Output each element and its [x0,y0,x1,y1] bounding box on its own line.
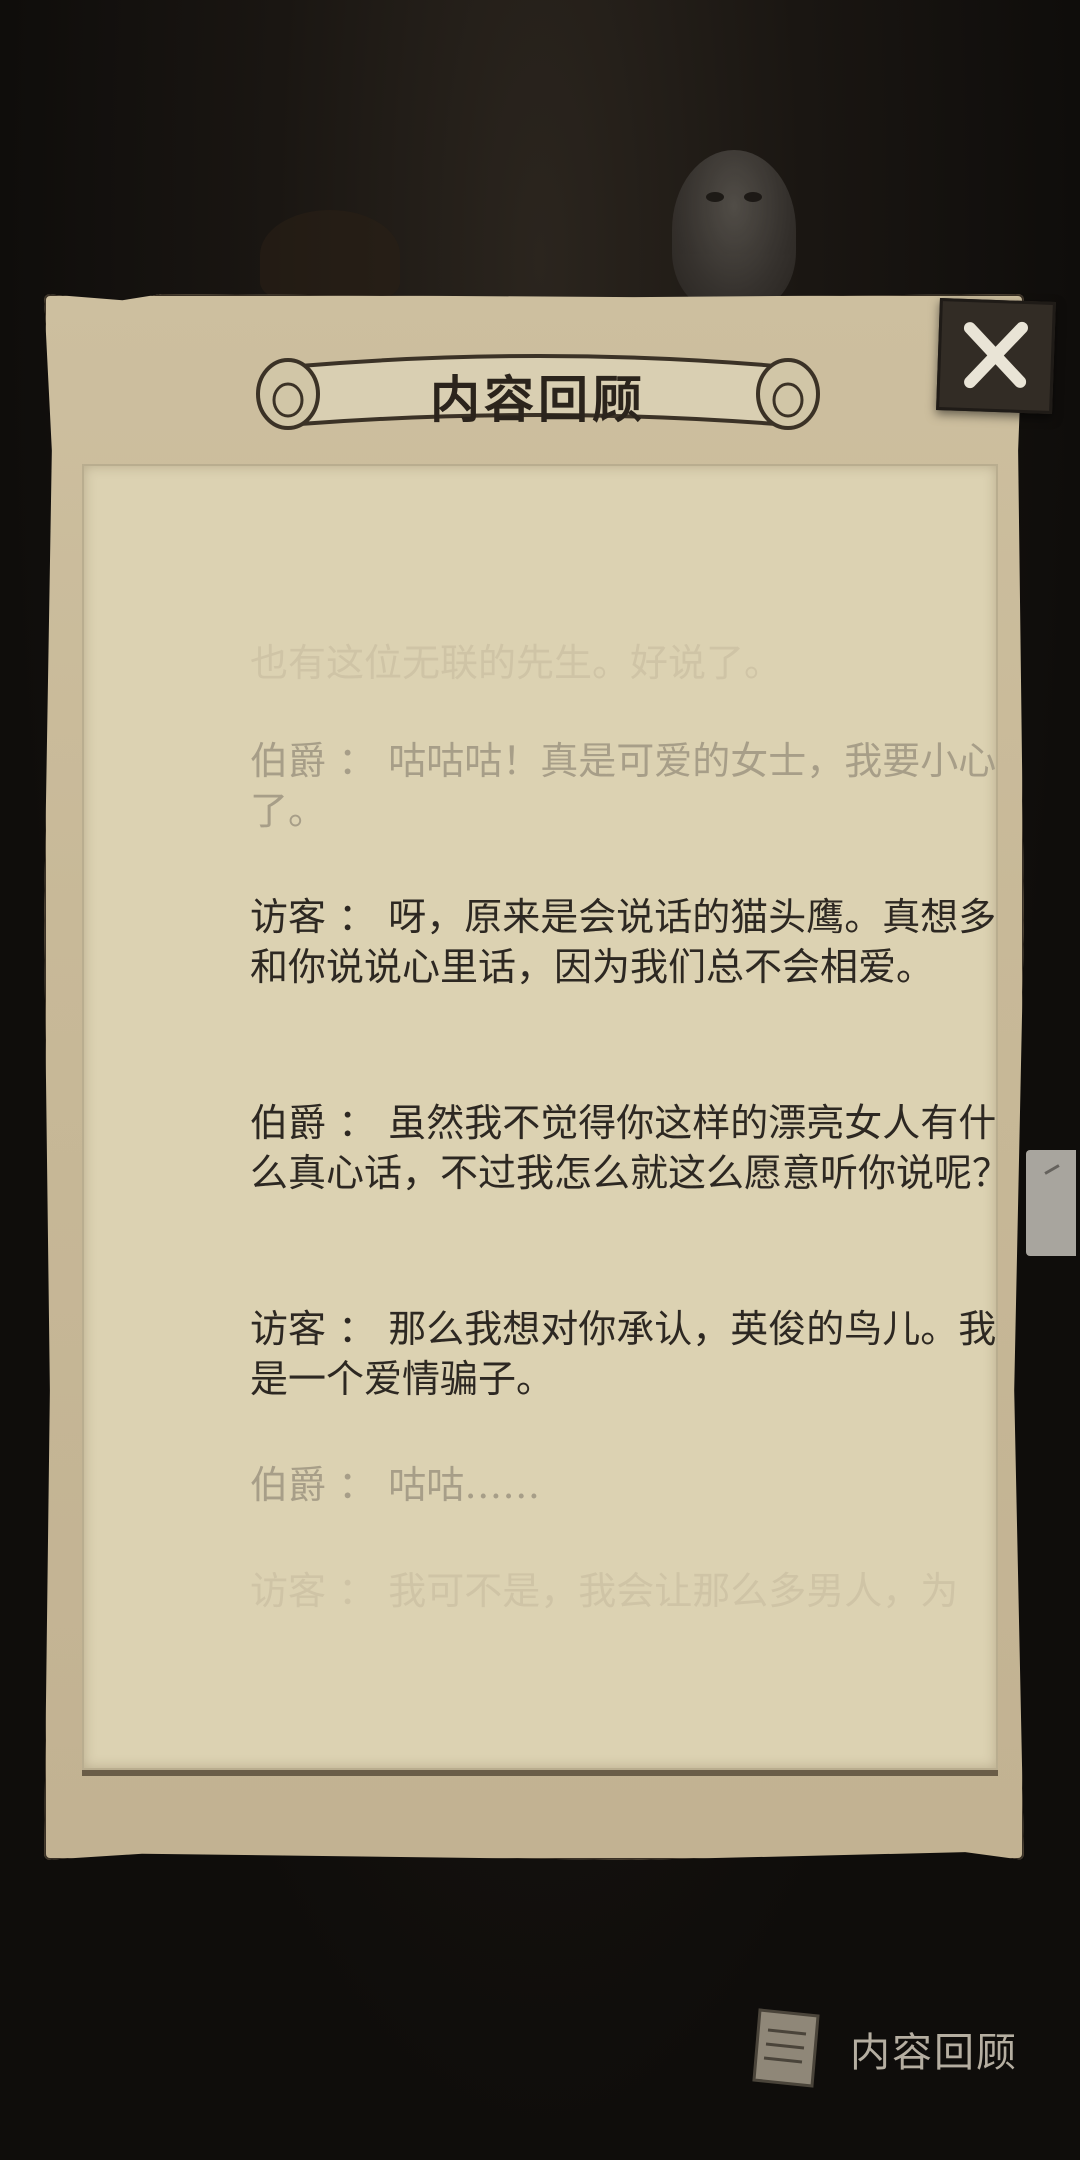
side-tab[interactable] [1026,1150,1076,1256]
close-button[interactable] [936,298,1056,414]
dialogue-speaker: 伯爵 [250,1463,327,1507]
dialogue-separator: ： [326,1101,389,1145]
dialogue-line: 伯爵 ： 咕咕咕！真是可爱的女士，我要小心了。 [250,736,996,836]
dialogue-text: 咕咕…… [388,1463,541,1507]
dialogue-speaker: 访客 [250,1569,327,1613]
owl-eye-left [706,192,724,202]
owl-silhouette [672,150,796,310]
dialogue-line: 访客 ： 那么我想对你承认，英俊的鸟儿。我是一个爱情骗子。 [250,1304,996,1404]
dialogue-line: 也有这位无联的先生。好说了。 [250,638,996,688]
dialogue-line: 访客 ： 我可不是，我会让那么多男人，为 [250,1566,996,1616]
dialogue-text: 也有这位无联的先生。好说了。 [250,641,783,685]
game-background: 也有这位无联的先生。好说了。 伯爵 ： 咕咕咕！真是可爱的女士，我要小心了。 访… [0,0,1080,2160]
dialogue-text: 我可不是，我会让那么多男人，为 [388,1569,959,1613]
title-banner: 内容回顾 [240,336,836,446]
dialogue-scroll-area[interactable]: 也有这位无联的先生。好说了。 伯爵 ： 咕咕咕！真是可爱的女士，我要小心了。 访… [82,464,998,1770]
scroll-document-icon [752,2008,820,2088]
dialogue-separator: ： [326,1569,389,1613]
panel-title: 内容回顾 [430,371,646,429]
dialogue-separator: ： [326,1463,389,1507]
background-lamp [260,210,400,300]
dialogue-speaker: 访客 [250,895,327,939]
dialogue-speaker: 伯爵 [250,739,327,783]
dialogue-line: 伯爵 ： 咕咕…… [250,1460,996,1510]
dialogue-separator: ： [326,1307,389,1351]
dialogue-line: 访客 ： 呀，原来是会说话的猫头鹰。真想多和你说说心里话，因为我们总不会相爱。 [250,892,996,992]
review-shortcut-label: 内容回顾 [850,2030,1018,2076]
dialogue-separator: ： [326,739,389,783]
dialogue-speaker: 访客 [250,1307,327,1351]
close-icon [963,321,1028,389]
dialogue-separator: ： [326,895,389,939]
owl-eye-right [744,192,762,202]
review-shortcut-button[interactable]: 内容回顾 [742,2002,1042,2092]
dialogue-speaker: 伯爵 [250,1101,327,1145]
dialogue-line: 伯爵 ： 虽然我不觉得你这样的漂亮女人有什么真心话，不过我怎么就这么愿意听你说呢… [250,1098,996,1198]
